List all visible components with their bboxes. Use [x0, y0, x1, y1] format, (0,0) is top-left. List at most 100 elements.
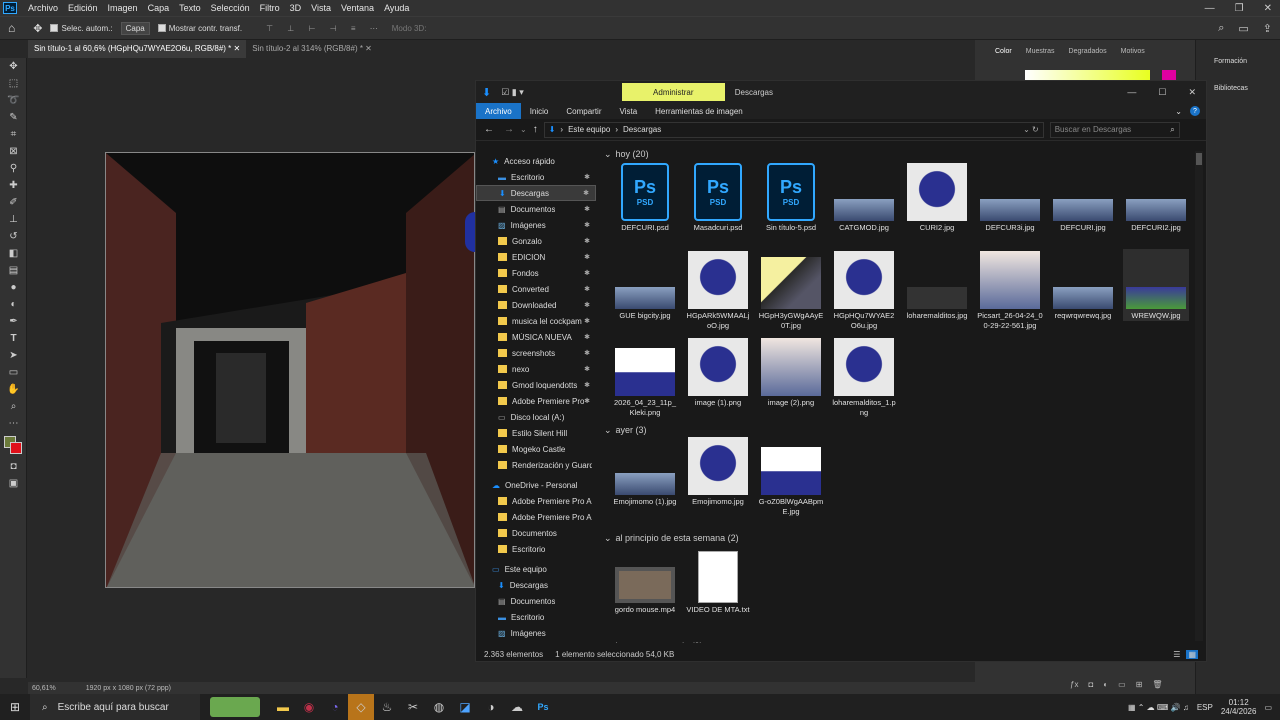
browser-icon[interactable]: ◑ — [478, 694, 504, 720]
nav-item[interactable]: Adobe Premiere Pro ✱ — [476, 393, 596, 409]
file-item[interactable]: image (1).png — [685, 336, 751, 408]
file-item[interactable]: Ps PSD Masadcuri.psd — [685, 161, 751, 233]
dock-bibliotecas[interactable]: Bibliotecas — [1196, 65, 1280, 92]
group-header[interactable]: ⌄ la semana pasada (9) — [604, 639, 703, 644]
nav-item[interactable]: nexo ✱ — [476, 361, 596, 377]
clock[interactable]: 01:12 24/4/2026 — [1221, 698, 1257, 716]
hand-tool-icon[interactable]: ✋ — [0, 381, 27, 398]
help-icon[interactable]: ? — [1190, 106, 1200, 116]
crop-tool-icon[interactable]: ⌗ — [0, 126, 27, 143]
menu-ayuda[interactable]: Ayuda — [379, 3, 414, 13]
file-item[interactable]: Picsart_26-04-24_00-29-22-561.jpg — [977, 249, 1043, 331]
windows-start-icon[interactable]: ⊞ — [10, 700, 20, 714]
minimize-icon[interactable]: — — [1127, 87, 1136, 98]
pen-tool-icon[interactable]: ✒ — [0, 313, 27, 330]
tab-document-1[interactable]: Sin título-1 al 60,6% (HGpHQu7WYAE2O6u, … — [28, 40, 247, 58]
file-item[interactable]: loharemalditos_1.png — [831, 336, 897, 418]
zoom-tool-icon[interactable]: ⌕ — [0, 398, 27, 415]
maximize-icon[interactable]: ❐ — [1235, 3, 1244, 14]
file-item[interactable]: HGpARk5WMAALjoO.jpg — [685, 249, 751, 331]
nav-item[interactable]: ▭ Este equipo — [476, 561, 596, 577]
trash-icon[interactable]: 🗑 — [1152, 680, 1162, 689]
tab-motivos[interactable]: Motivos — [1121, 48, 1145, 55]
ribbon-herramientas[interactable]: Herramientas de imagen — [646, 107, 752, 116]
align-icons[interactable]: ⊤ ⊥ ⊢ ⊣ ≡ ⋯ — [266, 24, 384, 33]
nav-item[interactable]: Documentos — [476, 525, 596, 541]
file-item[interactable]: 2026_04_23_11p_Kleki.png — [612, 336, 678, 418]
close-icon[interactable]: ✕ — [1188, 87, 1196, 98]
nav-item[interactable]: Escritorio — [476, 541, 596, 557]
file-item[interactable]: HGpHQu7WYAE2O6u.jpg — [831, 249, 897, 331]
menu-filtro[interactable]: Filtro — [255, 3, 285, 13]
maximize-icon[interactable]: ☐ — [1158, 87, 1166, 98]
file-item[interactable]: CURI2.jpg — [904, 161, 970, 233]
nav-item[interactable]: ▤ Documentos — [476, 593, 596, 609]
nav-item[interactable]: ▬ Escritorio — [476, 609, 596, 625]
path-este-equipo[interactable]: Este equipo — [568, 125, 610, 134]
tab-administrar[interactable]: Administrar — [621, 83, 725, 101]
nav-item[interactable]: Mogeko Castle — [476, 441, 596, 457]
menu-archivo[interactable]: Archivo — [23, 3, 63, 13]
file-item[interactable]: Ps PSD Sin título-5.psd — [758, 161, 824, 233]
history-chevron-icon[interactable]: ⌄ — [520, 125, 527, 134]
brush-tool-icon[interactable]: ✐ — [0, 194, 27, 211]
quick-access-toolbar-icon[interactable]: ☑ ▮ ▾ — [501, 87, 524, 98]
nav-item[interactable]: musica lel cockpam ✱ — [476, 313, 596, 329]
background-color[interactable] — [10, 442, 22, 454]
nav-item[interactable]: Converted ✱ — [476, 281, 596, 297]
file-item[interactable]: HGpH3yGWgAAyE0T.jpg — [758, 249, 824, 331]
frame-tool-icon[interactable]: ⊠ — [0, 143, 27, 160]
nav-item[interactable]: Adobe Premiere Pro A — [476, 493, 596, 509]
file-item[interactable]: Emojimomo.jpg — [685, 435, 751, 507]
nav-item[interactable]: ▭ Disco local (A:) — [476, 409, 596, 425]
ribbon-vista[interactable]: Vista — [611, 107, 647, 116]
file-item[interactable]: image (2).png — [758, 336, 824, 408]
auto-select-checkbox[interactable] — [50, 24, 59, 32]
file-item[interactable]: VIDEO DE MTA.txt — [685, 543, 751, 615]
tab-muestras[interactable]: Muestras — [1026, 48, 1055, 55]
link-icon[interactable]: ƒx — [1070, 680, 1078, 689]
file-item[interactable]: Emojimomo (1).jpg — [612, 435, 678, 507]
close-icon[interactable]: ✕ — [234, 44, 241, 53]
notification-icon[interactable]: ▭ — [1264, 703, 1272, 712]
eraser-icon[interactable]: ◧ — [0, 245, 27, 262]
blur-tool-icon[interactable]: ● — [0, 279, 27, 296]
nav-item[interactable]: Renderización y Guardado — [476, 457, 596, 473]
path-descargas[interactable]: Descargas — [623, 125, 661, 134]
chat-icon[interactable]: ☁ — [504, 694, 530, 720]
menu-seleccion[interactable]: Selección — [206, 3, 255, 13]
file-item[interactable]: DEFCUR3i.jpg — [977, 161, 1043, 233]
document-canvas[interactable] — [105, 152, 475, 588]
close-icon[interactable]: ✕ — [1264, 3, 1272, 14]
file-item[interactable]: WREWQW.jpg — [1123, 249, 1189, 321]
paint-icon[interactable]: ◪ — [452, 694, 478, 720]
file-item[interactable]: reqwrqwrewq.jpg — [1050, 249, 1116, 321]
app-icon[interactable]: ◇ — [348, 694, 374, 720]
photoshop-icon[interactable]: Ps — [530, 694, 556, 720]
nav-item[interactable]: Gmod loquendotts ✱ — [476, 377, 596, 393]
search-icon[interactable]: ⌕ — [1170, 125, 1174, 135]
file-item[interactable]: Ps PSD DEFCURI.psd — [612, 161, 678, 233]
close-icon[interactable]: ✕ — [365, 44, 372, 53]
ribbon-archivo[interactable]: Archivo — [476, 103, 521, 119]
nav-item[interactable]: ⬇ Descargas ✱ — [476, 185, 596, 201]
folder-icon[interactable]: ▭ — [1118, 680, 1126, 689]
menu-ventana[interactable]: Ventana — [336, 3, 379, 13]
file-item[interactable]: DEFCURI.jpg — [1050, 161, 1116, 233]
up-icon[interactable]: ↑ — [533, 124, 538, 135]
menu-capa[interactable]: Capa — [143, 3, 175, 13]
move-tool-icon[interactable]: ✥ — [0, 58, 27, 75]
nav-item[interactable]: ▤ Documentos ✱ — [476, 201, 596, 217]
group-header[interactable]: ⌄ hoy (20) — [604, 147, 649, 161]
lasso-tool-icon[interactable]: ➰ — [0, 92, 27, 109]
home-icon[interactable]: ⌂ — [8, 21, 15, 35]
tab-color[interactable]: Color — [995, 48, 1012, 55]
history-brush-icon[interactable]: ↺ — [0, 228, 27, 245]
color-swatches[interactable] — [0, 432, 27, 458]
screen-mode-icon[interactable]: ▣ — [0, 475, 27, 492]
mask-icon[interactable]: ◘ — [1088, 680, 1093, 689]
file-explorer-icon[interactable]: ▬ — [270, 694, 296, 720]
chevron-down-icon[interactable]: ⌄ — [1175, 107, 1182, 116]
marquee-tool-icon[interactable]: ⬚ — [0, 75, 27, 92]
discord-icon[interactable]: ◔ — [322, 694, 348, 720]
